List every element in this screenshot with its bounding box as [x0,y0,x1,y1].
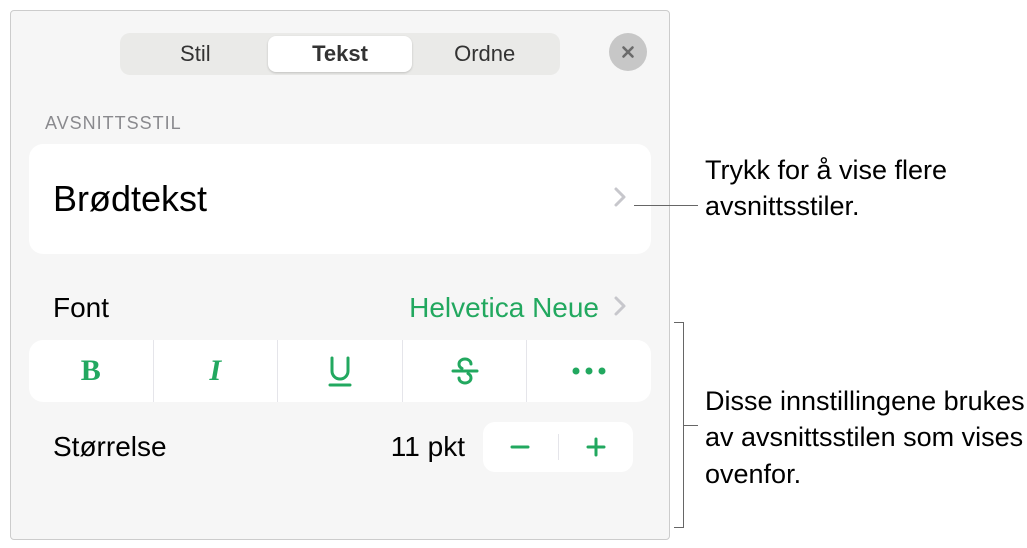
paragraph-style-section-label: AVSNITTSSTIL [29,113,651,134]
bold-icon: B [81,354,101,388]
leader-line [684,425,698,426]
more-options-button[interactable] [527,340,651,402]
more-icon [570,366,608,376]
increase-size-button[interactable] [559,435,634,459]
tab-ordne-label: Ordne [454,41,515,67]
bracket [674,322,684,528]
format-bar: B I [29,340,651,402]
format-panel: Stil Tekst Ordne AVSNITTSSTIL Brødtekst … [10,10,670,540]
font-name: Helvetica Neue [409,292,599,324]
underline-button[interactable] [278,340,403,402]
size-stepper [483,422,633,472]
tab-ordne[interactable]: Ordne [412,36,557,72]
tab-stil-label: Stil [180,41,211,67]
chevron-right-icon [613,295,627,322]
font-row[interactable]: Font Helvetica Neue [29,292,651,324]
chevron-right-icon [613,186,627,213]
bold-button[interactable]: B [29,340,154,402]
italic-icon: I [210,354,222,388]
close-icon [619,43,637,61]
plus-icon [584,435,608,459]
minus-icon [508,435,532,459]
size-controls: 11 pkt [391,422,633,472]
callout-paragraph-styles: Trykk for å vise flere avsnittsstiler. [705,152,1027,225]
size-label: Størrelse [53,431,167,463]
font-label: Font [53,292,109,324]
tab-stil[interactable]: Stil [123,36,268,72]
font-value-group: Helvetica Neue [409,292,627,324]
underline-icon [327,355,353,387]
tab-tekst-label: Tekst [312,41,368,67]
strikethrough-button[interactable] [403,340,528,402]
close-button[interactable] [609,33,647,71]
size-value: 11 pkt [391,431,465,463]
size-row: Størrelse 11 pkt [29,422,651,472]
italic-button[interactable]: I [154,340,279,402]
strikethrough-icon [449,355,481,387]
paragraph-style-row[interactable]: Brødtekst [29,144,651,254]
decrease-size-button[interactable] [483,435,558,459]
paragraph-style-name: Brødtekst [53,178,207,220]
tab-group: Stil Tekst Ordne [120,33,560,75]
leader-line [634,205,698,206]
tab-tekst[interactable]: Tekst [268,36,413,72]
callout-settings: Disse innstillingene brukes av avsnittss… [705,383,1027,492]
